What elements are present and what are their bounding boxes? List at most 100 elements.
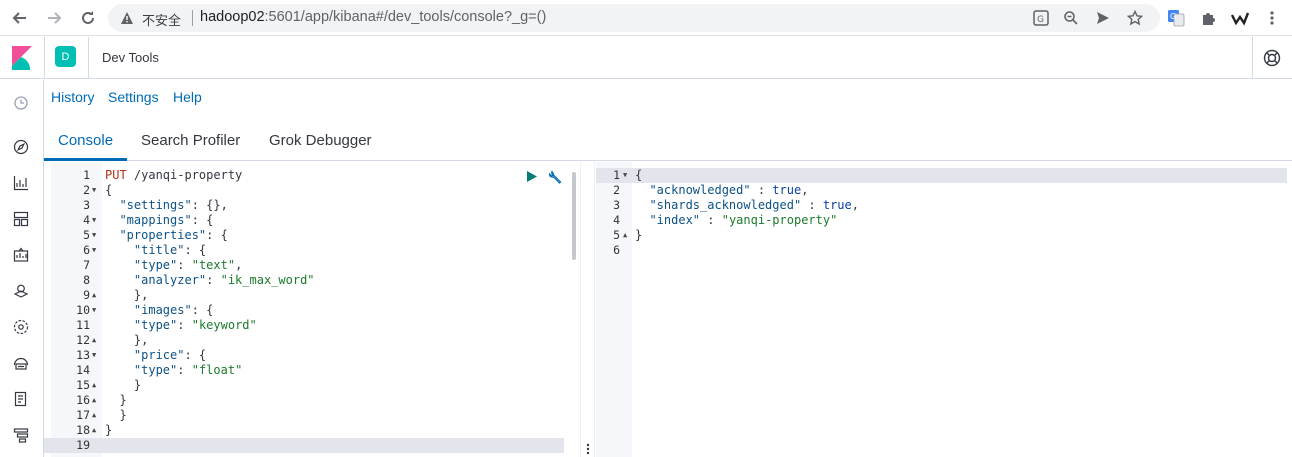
code-line: 2 ▼ {: [44, 183, 564, 198]
history-link[interactable]: History: [51, 89, 95, 105]
code-line: 4 "index" : "yanqi-property": [596, 213, 1287, 228]
code-text[interactable]: "mappings": {: [105, 213, 213, 228]
fold-close-icon[interactable]: ▲: [92, 423, 96, 438]
code-text[interactable]: },: [105, 288, 148, 303]
fold-close-icon[interactable]: ▲: [92, 288, 96, 303]
code-line: 18 ▲}: [44, 423, 564, 438]
code-line: 2 "acknowledged" : true,: [596, 183, 1287, 198]
fold-close-icon[interactable]: ▲: [92, 378, 96, 393]
code-line: 1 PUT /yanqi-property: [44, 168, 564, 183]
maps-icon[interactable]: [11, 281, 31, 301]
request-scrollbar[interactable]: [572, 172, 576, 260]
reload-icon[interactable]: [76, 6, 100, 30]
tab-console[interactable]: Console: [58, 132, 113, 149]
google-translate-extension-icon[interactable]: G: [1166, 8, 1186, 28]
line-number: 12: [76, 333, 90, 347]
recently-viewed-clock-icon[interactable]: [11, 93, 31, 113]
fold-close-icon[interactable]: ▲: [92, 408, 96, 423]
dashboard-icon[interactable]: [11, 209, 31, 229]
zoom-icon[interactable]: [1062, 9, 1080, 27]
translate-icon[interactable]: G: [1032, 9, 1050, 27]
code-text[interactable]: }: [105, 408, 126, 423]
help-link[interactable]: Help: [173, 89, 202, 105]
play-icon[interactable]: [526, 170, 538, 183]
fold-open-icon[interactable]: ▼: [623, 168, 627, 183]
code-text[interactable]: PUT /yanqi-property: [105, 168, 242, 183]
code-text[interactable]: }: [105, 393, 126, 408]
left-nav: [0, 80, 44, 457]
line-number: 1: [613, 168, 620, 182]
code-text[interactable]: "properties": {: [105, 228, 227, 243]
send-icon[interactable]: [1094, 9, 1112, 27]
code-text[interactable]: "acknowledged" : true,: [635, 183, 808, 198]
line-number: 2: [613, 183, 620, 197]
browser-menu-icon[interactable]: [1262, 8, 1282, 28]
apm-icon[interactable]: [11, 425, 31, 445]
code-line: 4 ▼ "mappings": {: [44, 213, 564, 228]
code-text[interactable]: "settings": {},: [105, 198, 227, 213]
extensions-puzzle-icon[interactable]: [1199, 8, 1219, 28]
tab-search-profiler[interactable]: Search Profiler: [141, 132, 240, 149]
code-text[interactable]: }: [105, 423, 112, 438]
fold-close-icon[interactable]: ▲: [623, 228, 627, 243]
code-text[interactable]: "images": {: [105, 303, 213, 318]
line-number: 10: [76, 303, 90, 317]
code-line: 14 "type": "float": [44, 363, 564, 378]
code-text[interactable]: "index" : "yanqi-property": [635, 213, 837, 228]
request-editor[interactable]: 1 PUT /yanqi-property 2 ▼{3 "settings": {},…: [44, 162, 580, 457]
settings-link[interactable]: Settings: [108, 89, 159, 105]
code-text[interactable]: "type": "keyword": [105, 318, 257, 333]
fold-open-icon[interactable]: ▼: [92, 243, 96, 258]
line-number: 13: [76, 348, 90, 362]
code-line: 6: [596, 243, 1287, 258]
logs-icon[interactable]: [11, 389, 31, 409]
code-text[interactable]: "type": "text",: [105, 258, 242, 273]
canvas-icon[interactable]: [11, 245, 31, 265]
code-text[interactable]: "analyzer": "ik_max_word": [105, 273, 315, 288]
code-text[interactable]: "title": {: [105, 243, 206, 258]
code-text[interactable]: "price": {: [105, 348, 206, 363]
line-number: 1: [83, 168, 90, 182]
fold-close-icon[interactable]: ▲: [92, 393, 96, 408]
omnibox-separator: [192, 10, 193, 26]
wrench-icon[interactable]: [548, 170, 563, 185]
discover-compass-icon[interactable]: [11, 137, 31, 157]
line-number: 17: [76, 408, 90, 422]
code-text[interactable]: {: [105, 183, 112, 198]
line-number: 2: [83, 183, 90, 197]
code-text[interactable]: }: [105, 378, 141, 393]
machine-learning-icon[interactable]: [11, 317, 31, 337]
line-number: 14: [76, 363, 90, 377]
fold-open-icon[interactable]: ▼: [92, 228, 96, 243]
header-separator: [1252, 37, 1253, 79]
line-number: 7: [83, 258, 90, 272]
code-text[interactable]: },: [105, 333, 148, 348]
code-text[interactable]: {: [635, 168, 642, 183]
visualize-chart-icon[interactable]: [11, 173, 31, 193]
code-line: 19: [44, 438, 564, 453]
code-text[interactable]: }: [635, 228, 642, 243]
extension-icon[interactable]: [1231, 8, 1251, 28]
code-text[interactable]: "type": "float": [105, 363, 242, 378]
address-bar[interactable]: 不安全 hadoop02:5601/app/kibana#/dev_tools/…: [108, 4, 1160, 32]
url-text[interactable]: hadoop02:5601/app/kibana#/dev_tools/cons…: [200, 9, 546, 25]
panel-resizer[interactable]: [580, 162, 595, 457]
resize-handle-icon[interactable]: [586, 443, 590, 455]
tab-grok-debugger[interactable]: Grok Debugger: [269, 132, 372, 149]
back-arrow-icon[interactable]: [8, 6, 32, 30]
line-number: 6: [613, 243, 620, 257]
fold-open-icon[interactable]: ▼: [92, 303, 96, 318]
fold-open-icon[interactable]: ▼: [92, 348, 96, 363]
infrastructure-icon[interactable]: [11, 353, 31, 373]
help-lifebuoy-icon[interactable]: [1262, 48, 1282, 68]
bookmark-star-icon[interactable]: [1126, 9, 1144, 27]
fold-close-icon[interactable]: ▲: [92, 333, 96, 348]
kibana-logo-icon[interactable]: [12, 46, 32, 70]
header-separator: [44, 37, 45, 79]
space-avatar[interactable]: D: [55, 46, 76, 67]
fold-open-icon[interactable]: ▼: [92, 183, 96, 198]
forward-arrow-icon[interactable]: [42, 6, 66, 30]
code-text[interactable]: "shards_acknowledged" : true,: [635, 198, 859, 213]
warning-icon[interactable]: [120, 11, 134, 25]
fold-open-icon[interactable]: ▼: [92, 213, 96, 228]
